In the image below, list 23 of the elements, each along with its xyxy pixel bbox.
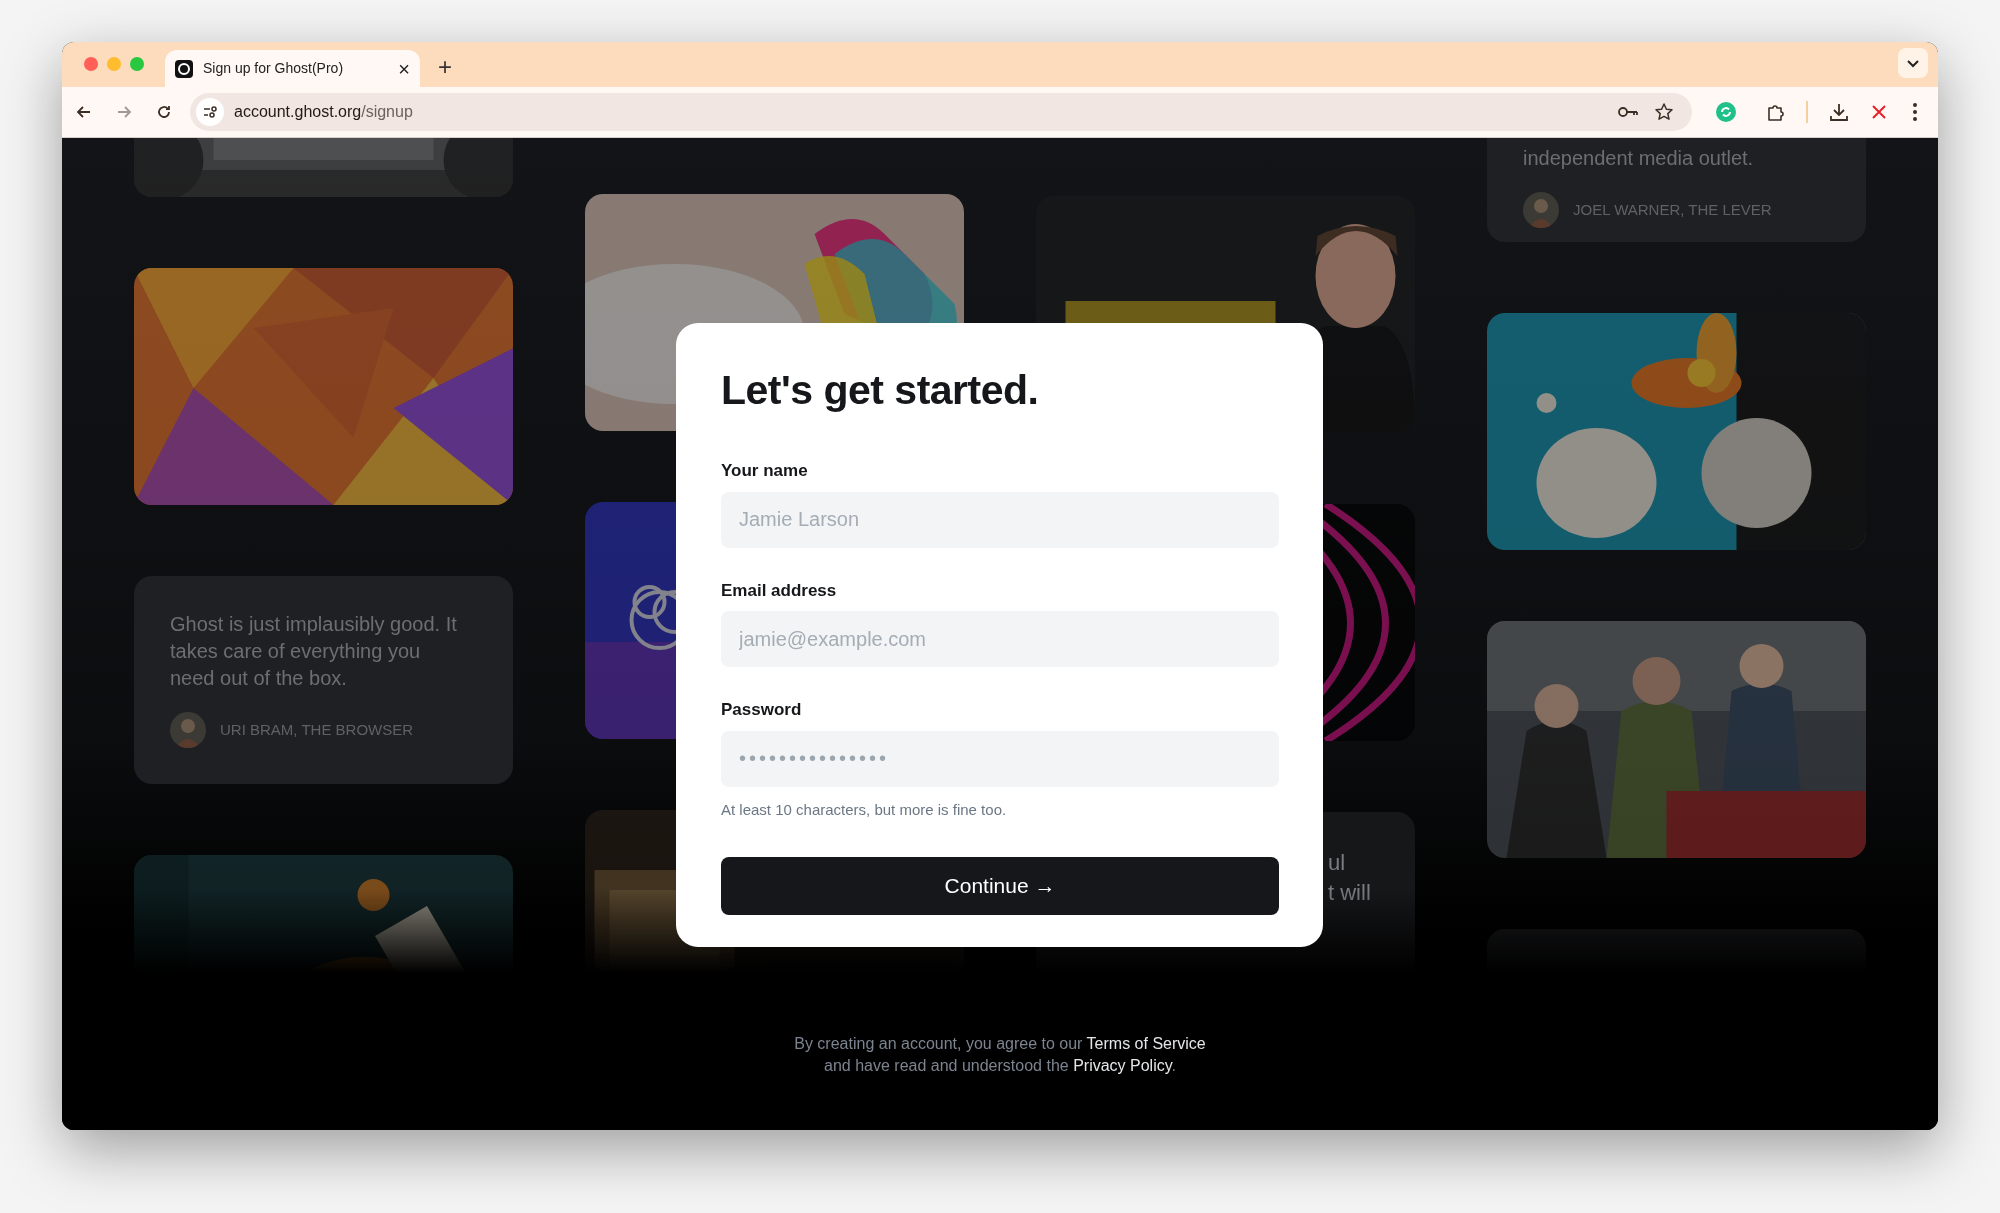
field-label: Email address (721, 579, 838, 602)
quote-author: JOEL WARNER, THE LEVER (1573, 199, 1772, 220)
quote-text: Ghost is just implausibly good. It takes care of everything you need out of the box. (170, 612, 458, 691)
form-title: Let's get started. (721, 366, 1040, 415)
link[interactable]: Terms of Service (1086, 1035, 1206, 1052)
quote-text: t will (1328, 879, 1372, 907)
quote-author: URI BRAM, THE BROWSER (220, 719, 414, 740)
link[interactable]: Privacy Policy (1073, 1057, 1172, 1074)
quote-text: independent media outlet. (1523, 146, 1755, 171)
input-field[interactable]: jamie@example.com (721, 611, 1279, 667)
field-hint: At least 10 characters, but more is fine too. (721, 799, 1008, 820)
close-tab-button[interactable]: × (398, 58, 410, 79)
browser-tab[interactable]: Sign up for Ghost(Pro) × (165, 50, 420, 87)
address-bar[interactable]: account.ghost.org/signup (190, 93, 1692, 131)
new-tab-button[interactable]: + (438, 55, 452, 79)
continue-button[interactable]: Continue → (721, 857, 1279, 915)
quote-text: ul (1328, 849, 1347, 877)
tab-title: Sign up for Ghost(Pro) (203, 59, 345, 78)
input-field[interactable]: Jamie Larson (721, 491, 1279, 548)
terms-text: By creating an account, you agree to our Terms of Service and have read and understood the Privacy Policy. (793, 1034, 1207, 1076)
url-text: account.ghost.org/signup (234, 102, 413, 122)
field-label: Password (721, 699, 803, 721)
field-label: Your name (721, 460, 809, 482)
